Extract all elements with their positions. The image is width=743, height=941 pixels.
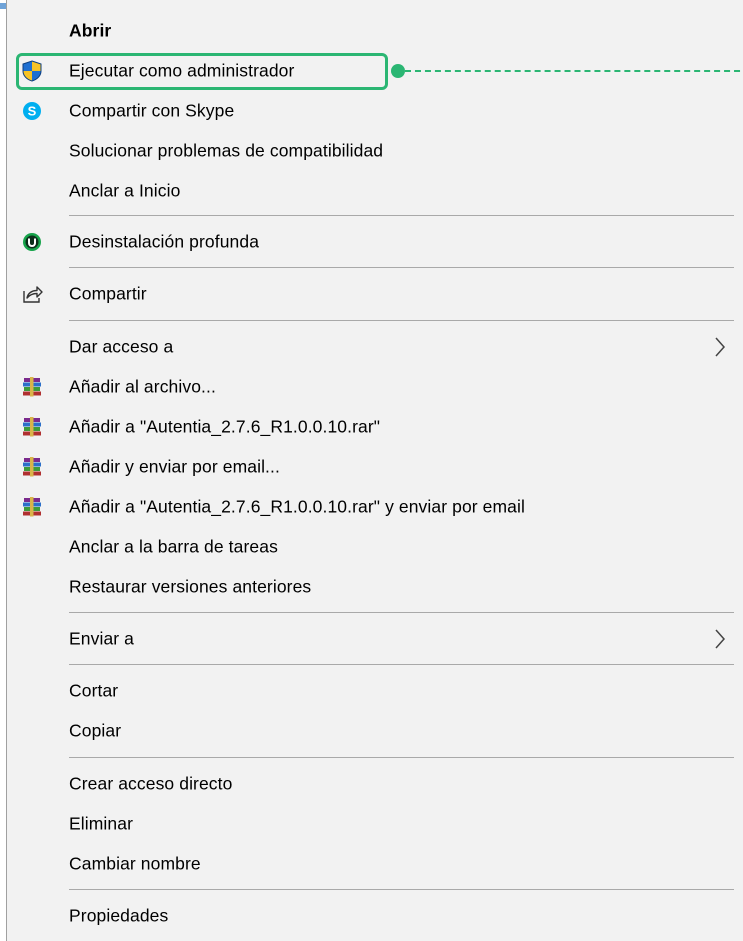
svg-text:S: S (28, 104, 37, 119)
menu-separator (69, 267, 734, 268)
menu-item-deep-uninstall[interactable]: Desinstalación profunda (7, 222, 743, 262)
menu-item-delete[interactable]: Eliminar (7, 804, 743, 844)
menu-separator (69, 664, 734, 665)
menu-item-label: Enviar a (69, 628, 134, 649)
menu-item-label: Añadir al archivo... (69, 376, 216, 397)
menu-item-rename[interactable]: Cambiar nombre (7, 844, 743, 884)
menu-item-pin-taskbar[interactable]: Anclar a la barra de tareas (7, 527, 743, 567)
menu-separator (69, 757, 734, 758)
share-icon (21, 283, 43, 305)
menu-item-send-to[interactable]: Enviar a (7, 619, 743, 659)
menu-item-label: Restaurar versiones anteriores (69, 576, 312, 597)
chevron-right-icon (715, 337, 726, 357)
menu-item-add-email[interactable]: Añadir y enviar por email... (7, 447, 743, 487)
menu-item-label: Añadir a "Autentia_2.7.6_R1.0.0.10.rar" (69, 416, 381, 437)
menu-item-label: Anclar a Inicio (69, 180, 181, 201)
menu-separator (69, 215, 734, 216)
menu-item-add-rar-email[interactable]: Añadir a "Autentia_2.7.6_R1.0.0.10.rar" … (7, 487, 743, 527)
winrar-icon (21, 416, 43, 438)
menu-item-copy[interactable]: Copiar (7, 711, 743, 751)
menu-separator (69, 320, 734, 321)
menu-item-label: Eliminar (69, 813, 134, 834)
menu-item-label: Añadir y enviar por email... (69, 456, 280, 477)
uninstaller-icon (21, 231, 43, 253)
menu-item-label: Compartir (69, 283, 147, 304)
context-menu: Abrir Ejecutar como administrador S Comp… (6, 0, 743, 941)
menu-item-label: Añadir a "Autentia_2.7.6_R1.0.0.10.rar" … (69, 496, 525, 517)
callout-line (405, 70, 743, 72)
menu-item-cut[interactable]: Cortar (7, 671, 743, 711)
menu-item-label: Cortar (69, 680, 119, 701)
menu-item-label: Solucionar problemas de compatibilidad (69, 140, 384, 161)
menu-item-give-access[interactable]: Dar acceso a (7, 327, 743, 367)
winrar-icon (21, 456, 43, 478)
skype-icon: S (21, 100, 43, 122)
menu-item-restore-versions[interactable]: Restaurar versiones anteriores (7, 567, 743, 607)
menu-item-properties[interactable]: Propiedades (7, 896, 743, 936)
menu-separator (69, 889, 734, 890)
menu-item-troubleshoot[interactable]: Solucionar problemas de compatibilidad (7, 131, 743, 171)
menu-item-label: Propiedades (69, 905, 169, 926)
winrar-icon (21, 496, 43, 518)
menu-item-label: Anclar a la barra de tareas (69, 536, 278, 557)
menu-item-abrir[interactable]: Abrir (7, 11, 743, 51)
menu-item-label: Desinstalación profunda (69, 231, 260, 252)
menu-item-label: Cambiar nombre (69, 853, 201, 874)
menu-item-label: Crear acceso directo (69, 773, 233, 794)
menu-item-add-rar[interactable]: Añadir a "Autentia_2.7.6_R1.0.0.10.rar" (7, 407, 743, 447)
menu-separator (69, 612, 734, 613)
menu-item-add-archive[interactable]: Añadir al archivo... (7, 367, 743, 407)
winrar-icon (21, 376, 43, 398)
menu-item-label: Compartir con Skype (69, 100, 235, 121)
menu-item-label: Dar acceso a (69, 336, 174, 357)
menu-item-label: Abrir (69, 20, 112, 41)
highlight-box (16, 53, 388, 90)
callout-dot (391, 64, 405, 78)
menu-item-share[interactable]: Compartir (7, 274, 743, 314)
menu-item-create-shortcut[interactable]: Crear acceso directo (7, 764, 743, 804)
menu-item-share-skype[interactable]: S Compartir con Skype (7, 91, 743, 131)
menu-item-label: Copiar (69, 720, 122, 741)
menu-item-pin-start[interactable]: Anclar a Inicio (7, 171, 743, 211)
chevron-right-icon (715, 629, 726, 649)
